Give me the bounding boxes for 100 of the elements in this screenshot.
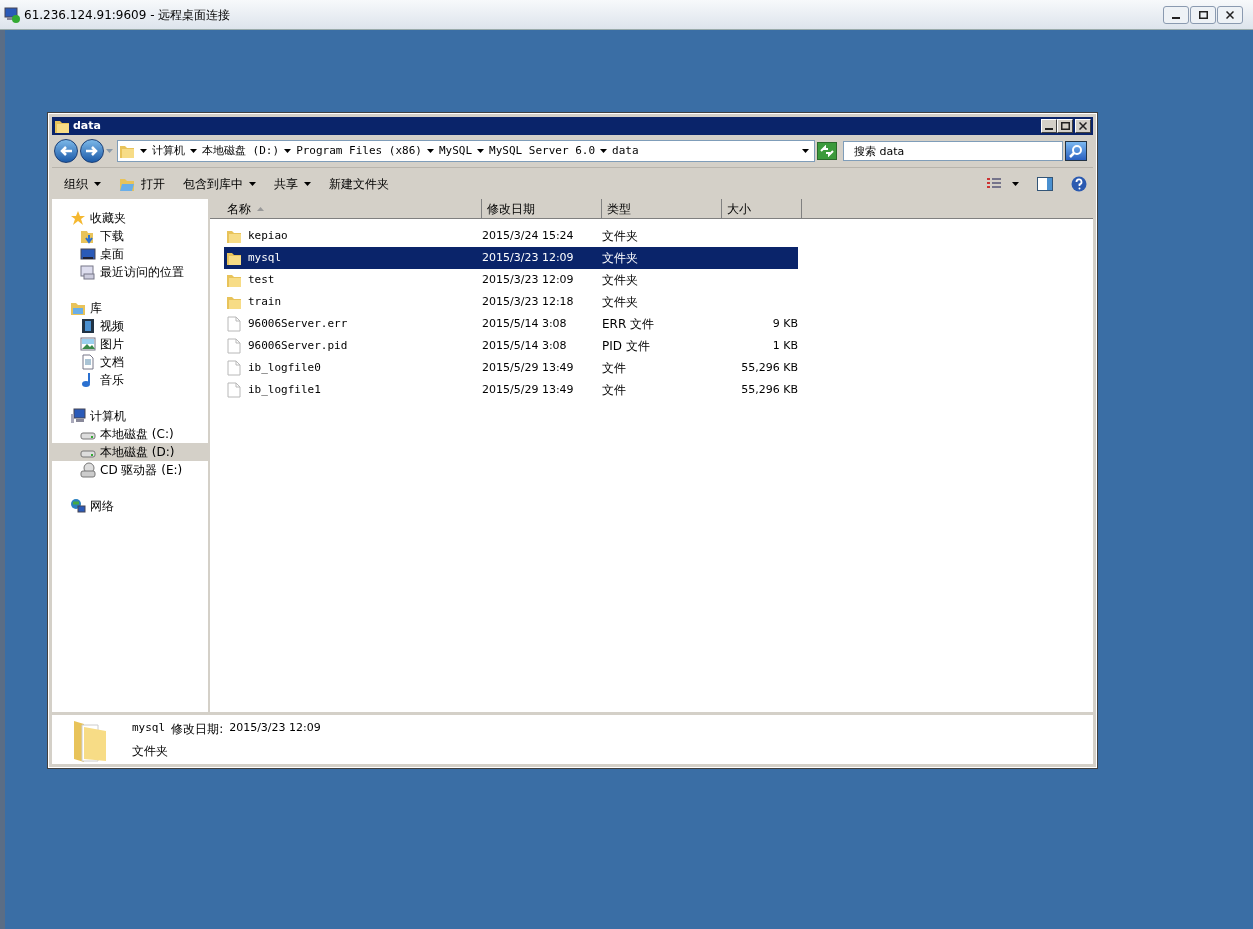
- cd-drive-icon: [80, 462, 96, 478]
- forward-button[interactable]: [80, 139, 104, 163]
- minimize-button[interactable]: [1163, 5, 1189, 24]
- breadcrumb-item[interactable]: MySQL Server 6.0: [489, 142, 596, 160]
- nav-item[interactable]: 桌面: [52, 245, 208, 263]
- computer-icon: [70, 408, 86, 424]
- folder-icon: [226, 228, 242, 244]
- file-row[interactable]: kepiao 2015/3/24 15:24 文件夹: [224, 225, 798, 247]
- view-button[interactable]: [986, 176, 1019, 191]
- nav-item[interactable]: 本地磁盘 (C:): [52, 425, 208, 443]
- breadcrumb-item[interactable]: data: [612, 142, 639, 160]
- file-row[interactable]: ib_logfile0 2015/5/29 13:49 文件 55,296 KB: [224, 357, 798, 379]
- nav-item[interactable]: 计算机: [52, 407, 208, 425]
- preview-pane-button[interactable]: [1037, 176, 1053, 191]
- minimize-icon: [1045, 128, 1053, 130]
- nav-item[interactable]: 收藏夹: [52, 209, 208, 227]
- caret-icon: [190, 149, 197, 153]
- caret-icon: [249, 181, 256, 186]
- breadcrumb-item[interactable]: 计算机: [152, 142, 185, 160]
- caret-icon: [1012, 181, 1019, 186]
- date-cell: 2015/5/14 3:08: [482, 338, 567, 352]
- left-arrow-icon: [59, 145, 73, 157]
- file-icon: [226, 360, 242, 376]
- address-bar[interactable]: 计算机 本地磁盘 (D:) Program Files (x86) MySQL MySQL Server 6.0 data: [117, 140, 815, 162]
- restore-icon: [1198, 10, 1208, 19]
- globe-icon: [70, 498, 86, 514]
- nav-item[interactable]: 网络: [52, 497, 208, 515]
- file-name: mysql: [248, 249, 282, 266]
- column-header[interactable]: 修改日期: [482, 199, 602, 219]
- window-title: 61.236.124.91:9609 - 远程桌面连接: [24, 6, 231, 24]
- file-row[interactable]: train 2015/3/23 12:18 文件夹: [224, 291, 798, 313]
- nav-item[interactable]: 最近访问的位置: [52, 263, 208, 281]
- folder-icon: [226, 294, 242, 310]
- file-icon: [226, 338, 242, 354]
- breadcrumb-item[interactable]: Program Files (x86): [296, 142, 422, 160]
- right-arrow-icon: [85, 145, 99, 157]
- minimize-icon: [1172, 16, 1180, 19]
- caret-icon: [426, 149, 434, 153]
- list-view-icon: [986, 176, 1002, 191]
- size-cell: 55,296 KB: [741, 382, 798, 396]
- nav-item[interactable]: 文档: [52, 353, 208, 371]
- type-cell: 文件夹: [602, 228, 638, 243]
- folder-icon: [226, 272, 242, 288]
- detail-name: mysql: [132, 719, 166, 736]
- file-row[interactable]: ib_logfile1 2015/5/29 13:49 文件 55,296 KB: [224, 379, 798, 401]
- back-button[interactable]: [54, 139, 78, 163]
- size-cell: 9 KB: [772, 316, 798, 330]
- film-icon: [80, 318, 96, 334]
- breadcrumb-item[interactable]: MySQL: [438, 142, 473, 160]
- nav-item[interactable]: 本地磁盘 (D:): [52, 443, 208, 461]
- toolbar-button[interactable]: 包含到库中: [183, 174, 256, 193]
- refresh-button[interactable]: [817, 142, 837, 160]
- caret-icon: [600, 149, 608, 153]
- file-row[interactable]: 96006Server.err 2015/5/14 3:08 ERR 文件 9 KB: [224, 313, 798, 335]
- file-name: ib_logfile1: [248, 381, 321, 398]
- nav-item[interactable]: 音乐: [52, 371, 208, 389]
- file-icon: [226, 382, 242, 398]
- toolbar-button[interactable]: 共享: [274, 174, 311, 193]
- type-cell: ERR 文件: [602, 316, 655, 331]
- folder-icon: [226, 250, 242, 266]
- restore-button[interactable]: [1190, 5, 1216, 24]
- detail-label: 修改日期:: [171, 720, 224, 738]
- search-field[interactable]: 搜索 data: [843, 141, 1063, 161]
- monitor-icon: [80, 246, 96, 262]
- column-header[interactable]: 大小: [722, 199, 802, 219]
- nav-item[interactable]: 图片: [52, 335, 208, 353]
- toolbar-button[interactable]: 打开: [119, 174, 165, 193]
- caret-icon: [802, 149, 809, 153]
- size-cell: 1 KB: [772, 338, 798, 352]
- help-icon: [1071, 175, 1087, 192]
- folder-icon: [119, 143, 135, 159]
- type-cell: 文件夹: [602, 272, 638, 287]
- type-cell: 文件夹: [602, 294, 638, 309]
- nav-item[interactable]: 视频: [52, 317, 208, 335]
- toolbar-button[interactable]: 组织: [64, 174, 101, 193]
- file-row[interactable]: test 2015/3/23 12:09 文件夹: [224, 269, 798, 291]
- search-button[interactable]: [1065, 141, 1087, 161]
- size-cell: 55,296 KB: [741, 360, 798, 374]
- toolbar-button[interactable]: 新建文件夹: [329, 174, 389, 193]
- close-icon: [1226, 10, 1234, 19]
- file-name: train: [248, 293, 282, 310]
- date-cell: 2015/3/23 12:09: [482, 272, 574, 286]
- column-header[interactable]: 名称: [210, 199, 482, 219]
- breadcrumb-item[interactable]: 本地磁盘 (D:): [202, 142, 280, 160]
- nav-item[interactable]: 库: [52, 299, 208, 317]
- window-title: data: [73, 117, 101, 134]
- file-name: 96006Server.pid: [248, 337, 348, 354]
- nav-item[interactable]: 下载: [52, 227, 208, 245]
- column-header[interactable]: 类型: [602, 199, 722, 219]
- restore-icon: [1060, 122, 1070, 130]
- caret-icon: [284, 149, 292, 153]
- close-button[interactable]: [1217, 5, 1243, 24]
- file-row[interactable]: mysql 2015/3/23 12:09 文件夹: [224, 247, 798, 269]
- detail-type: 文件夹: [132, 742, 169, 760]
- detail-date: 2015/3/23 12:09: [229, 719, 321, 736]
- file-row[interactable]: 96006Server.pid 2015/5/14 3:08 PID 文件 1 KB: [224, 335, 798, 357]
- nav-item[interactable]: CD 驱动器 (E:): [52, 461, 208, 479]
- date-cell: 2015/3/24 15:24: [482, 228, 574, 242]
- remote-desktop-icon: [4, 6, 20, 23]
- help-button[interactable]: [1071, 175, 1087, 192]
